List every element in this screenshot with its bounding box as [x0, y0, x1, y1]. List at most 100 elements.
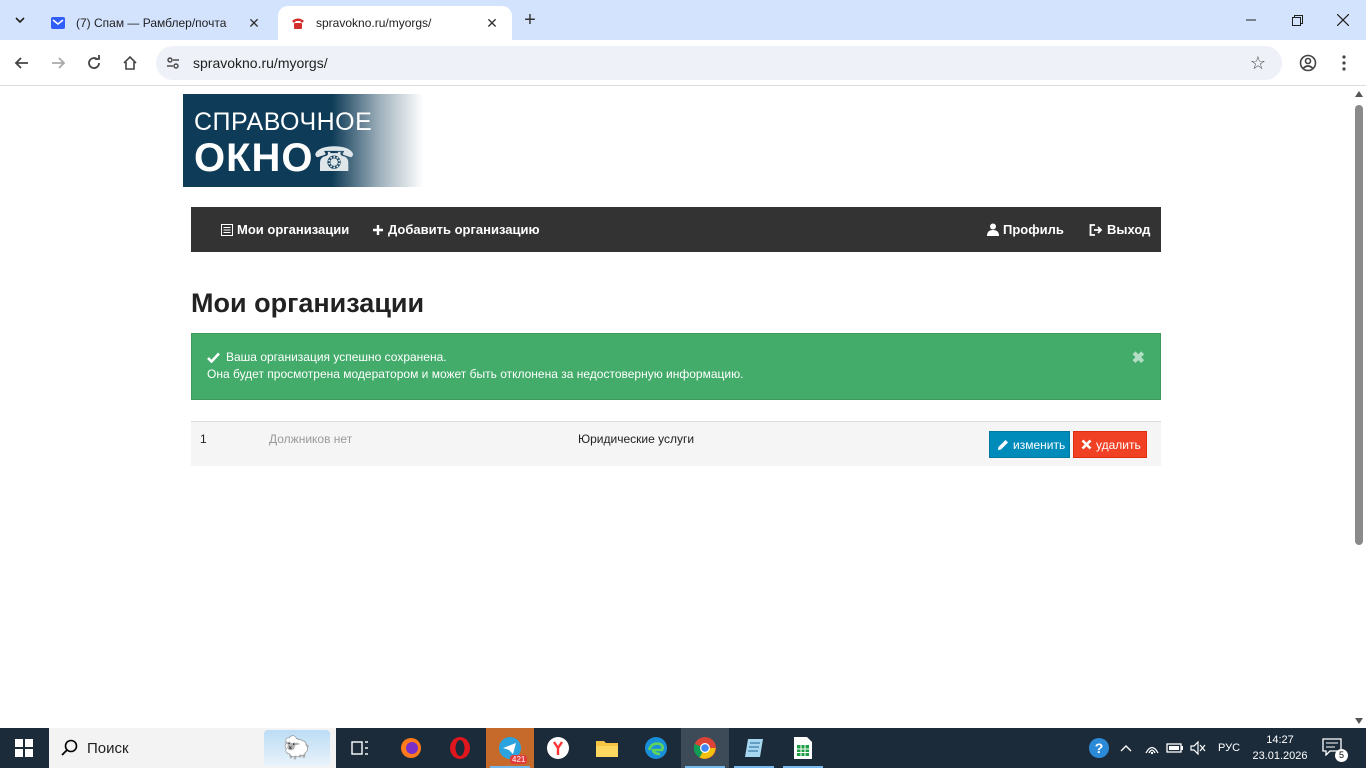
reload-button[interactable]: [82, 51, 106, 75]
notification-center-button[interactable]: 5: [1322, 738, 1348, 762]
speaker-muted-icon[interactable]: [1190, 728, 1206, 768]
search-placeholder: Поиск: [87, 739, 129, 757]
reload-icon: [88, 55, 100, 69]
page-viewport: СПРАВОЧНОЕ ОКНО ☎ Мои организации Добави…: [0, 87, 1366, 728]
site-settings-icon[interactable]: [164, 54, 182, 72]
taskbar-opera[interactable]: [436, 728, 484, 768]
chevron-down-icon: [15, 17, 25, 24]
network-icon[interactable]: [1144, 728, 1160, 768]
yandex-browser-icon: [547, 737, 569, 759]
taskbar-edge[interactable]: [632, 728, 680, 768]
help-tray-icon[interactable]: ?: [1088, 728, 1110, 768]
bookmark-star-icon[interactable]: ☆: [1248, 53, 1268, 73]
delete-button[interactable]: удалить: [1073, 431, 1147, 458]
phone-icon: [290, 15, 306, 31]
forward-button[interactable]: [46, 51, 70, 75]
nav-add-org[interactable]: Добавить организацию: [372, 207, 540, 252]
restore-icon: [1291, 14, 1303, 26]
delete-button-label: удалить: [1096, 437, 1141, 452]
plus-icon: [372, 224, 384, 236]
folder-icon: [596, 741, 618, 757]
browser-tab-bar: (7) Спам — Рамблер/почта ✕ spravokno.ru/…: [0, 0, 1366, 40]
close-icon: [1337, 14, 1349, 26]
input-language[interactable]: РУС: [1218, 728, 1240, 768]
telephone-icon: ☎: [313, 141, 356, 179]
close-window-button[interactable]: [1320, 8, 1366, 32]
logo-line1: СПРАВОЧНОЕ: [194, 108, 373, 136]
search-highlight-image: 🐑: [264, 730, 330, 766]
table-row: 1 Должников нет Юридические услуги измен…: [191, 421, 1161, 466]
windows-taskbar: Поиск 🐑 421 ? РУС 14:27 23.01.2026 5: [0, 728, 1366, 768]
taskbar-telegram[interactable]: 421: [486, 728, 534, 768]
org-debtors: Должников нет: [269, 432, 353, 446]
close-tab-icon[interactable]: ✕: [246, 15, 262, 31]
edge-icon: [645, 737, 667, 759]
nav-logout-label: Выход: [1107, 222, 1151, 237]
taskbar-spreadsheet[interactable]: [779, 728, 827, 768]
notification-count-badge: 5: [1335, 749, 1348, 762]
edit-button-label: изменить: [1013, 437, 1066, 452]
home-button[interactable]: [118, 51, 142, 75]
nav-profile[interactable]: Профиль: [987, 207, 1064, 252]
browser-menu-button[interactable]: [1332, 51, 1356, 75]
tab-search-button[interactable]: [8, 8, 32, 32]
site-logo[interactable]: СПРАВОЧНОЕ ОКНО ☎: [183, 94, 423, 187]
spreadsheet-icon: [794, 737, 812, 759]
address-bar[interactable]: spravokno.ru/myorgs/ ☆: [156, 46, 1282, 80]
scroll-up-arrow-icon[interactable]: [1355, 91, 1363, 97]
search-icon: [61, 739, 79, 757]
alert-close-icon[interactable]: ✖: [1132, 348, 1145, 368]
taskbar-notes-app[interactable]: [730, 728, 778, 768]
windows-logo-icon: [15, 739, 33, 757]
nav-my-orgs-label: Мои организации: [237, 222, 350, 237]
taskbar-chrome[interactable]: [681, 728, 729, 768]
battery-icon[interactable]: [1166, 728, 1184, 768]
tab-rambler-mail[interactable]: (7) Спам — Рамблер/почта ✕: [38, 6, 274, 40]
task-view-button[interactable]: [336, 728, 384, 768]
taskbar-file-explorer[interactable]: [583, 728, 631, 768]
url-text[interactable]: spravokno.ru/myorgs/: [193, 55, 328, 71]
tab-title: (7) Спам — Рамблер/почта: [76, 16, 227, 30]
home-icon: [123, 55, 137, 70]
start-button[interactable]: [0, 728, 48, 768]
account-icon: [1299, 54, 1317, 72]
tab-title: spravokno.ru/myorgs/: [316, 16, 432, 30]
clock-time: 14:27: [1266, 734, 1294, 746]
clock-date: 23.01.2026: [1252, 750, 1308, 762]
forward-arrow-icon: [52, 57, 66, 69]
scroll-down-arrow-icon[interactable]: [1355, 718, 1363, 724]
page-scrollbar[interactable]: [1352, 87, 1366, 728]
pencil-icon: [997, 439, 1009, 451]
profile-button[interactable]: [1296, 51, 1320, 75]
show-hidden-icons-chevron-icon[interactable]: [1120, 728, 1132, 768]
tab-spravokno[interactable]: spravokno.ru/myorgs/ ✕: [278, 6, 512, 40]
taskbar-search[interactable]: Поиск 🐑: [49, 728, 336, 768]
system-clock[interactable]: 14:27 23.01.2026: [1248, 732, 1312, 764]
browser-toolbar: spravokno.ru/myorgs/ ☆: [0, 40, 1366, 86]
notepad-icon: [745, 739, 763, 757]
nav-profile-label: Профиль: [1003, 222, 1064, 237]
new-tab-button[interactable]: +: [520, 10, 540, 30]
user-icon: [987, 223, 999, 236]
nav-logout[interactable]: Выход: [1089, 207, 1150, 252]
delete-x-icon: [1081, 439, 1092, 450]
scrollbar-thumb[interactable]: [1355, 105, 1363, 545]
edit-button[interactable]: изменить: [989, 431, 1070, 458]
back-button[interactable]: [10, 51, 34, 75]
success-alert: Ваша организация успешно сохранена. Она …: [191, 333, 1161, 400]
minimize-button[interactable]: [1228, 8, 1274, 32]
nav-add-org-label: Добавить организацию: [388, 222, 540, 237]
back-arrow-icon: [14, 57, 28, 69]
restore-button[interactable]: [1274, 8, 1320, 32]
alert-message: Ваша организация успешно сохранена.: [226, 350, 447, 364]
site-navbar: Мои организации Добавить организацию Про…: [191, 207, 1161, 252]
taskbar-yandex-browser[interactable]: [534, 728, 582, 768]
nav-my-orgs[interactable]: Мои организации: [221, 207, 349, 252]
firefox-icon: [401, 738, 421, 758]
page-title: Мои организации: [191, 288, 425, 318]
svg-text:?: ?: [1095, 740, 1104, 756]
close-tab-icon[interactable]: ✕: [484, 15, 500, 31]
taskbar-firefox[interactable]: [387, 728, 435, 768]
mail-icon: [50, 15, 66, 31]
checkmark-icon: [207, 352, 220, 363]
